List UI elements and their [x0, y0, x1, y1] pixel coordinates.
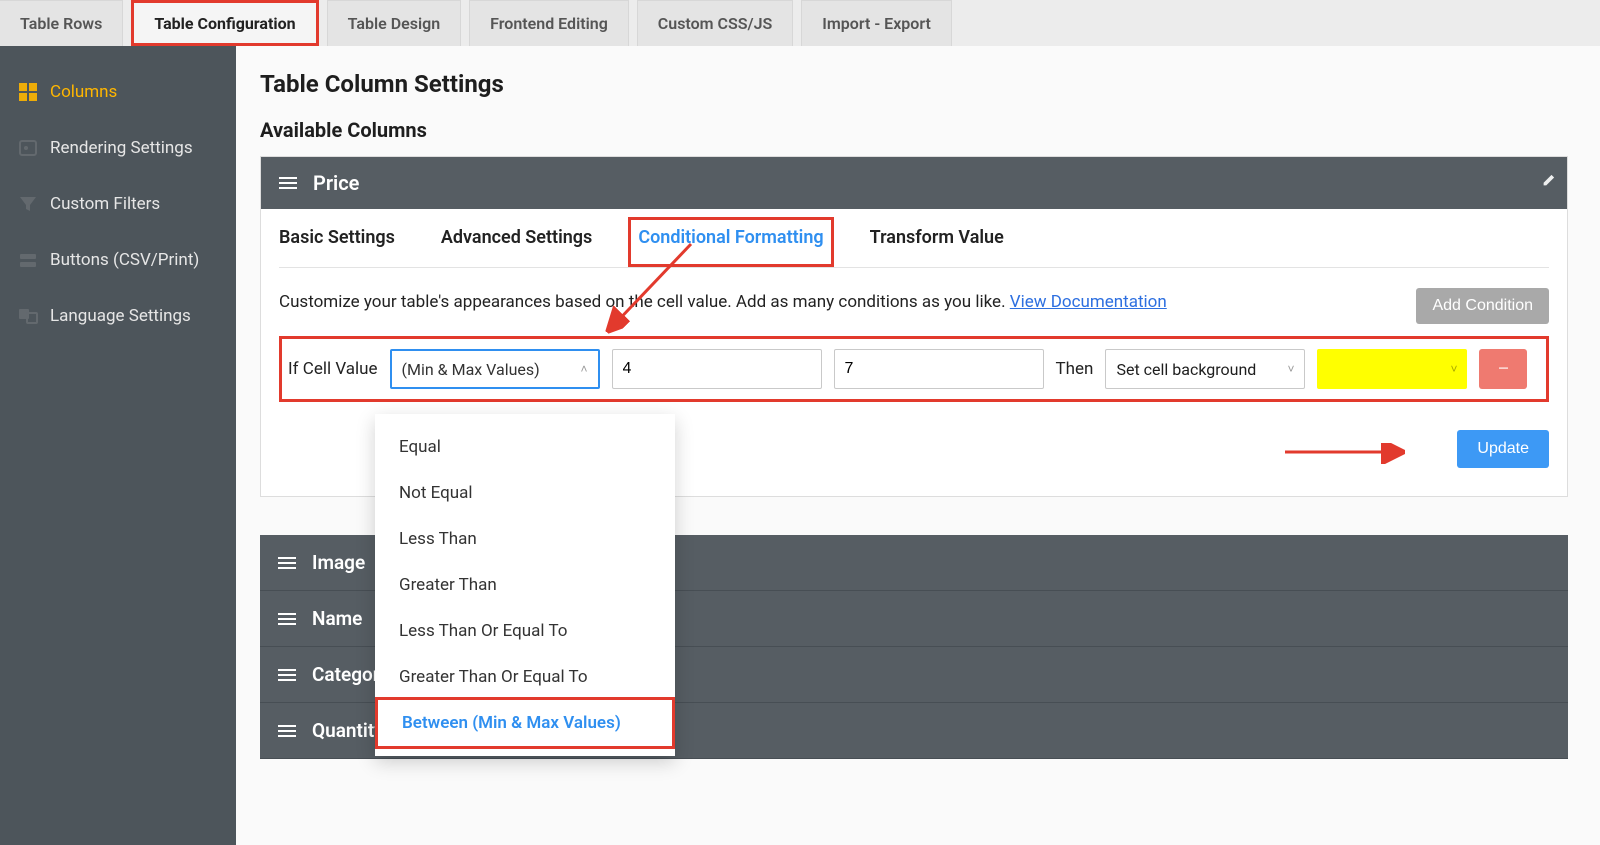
tab-custom-css-js[interactable]: Custom CSS/JS	[637, 0, 793, 46]
render-icon	[18, 138, 38, 158]
sidebar-item-buttons[interactable]: Buttons (CSV/Print)	[0, 232, 236, 288]
main-content: Table Column Settings Available Columns …	[236, 46, 1600, 845]
columns-grid-icon	[18, 82, 38, 102]
sidebar-item-label: Columns	[50, 82, 117, 102]
drag-handle-icon[interactable]	[278, 557, 296, 569]
description-prefix: Customize your table's appearances based…	[279, 292, 1010, 312]
sidebar-item-label: Buttons (CSV/Print)	[50, 250, 199, 270]
condition-row: If Cell Value (Min & Max Values) ˄ Then	[288, 343, 1540, 395]
tab-import-export[interactable]: Import - Export	[801, 0, 952, 46]
sidebar-item-columns[interactable]: Columns	[0, 64, 236, 120]
inner-tab-advanced-settings[interactable]: Advanced Settings	[441, 227, 592, 267]
if-cell-value-label: If Cell Value	[288, 359, 378, 379]
chevron-up-icon: ˄	[581, 362, 588, 376]
column-item-label: Quantity	[312, 719, 384, 742]
inner-tab-conditional-formatting[interactable]: Conditional Formatting	[638, 227, 823, 267]
tab-table-rows[interactable]: Table Rows	[0, 0, 123, 46]
operator-value: (Min & Max Values)	[402, 360, 572, 379]
min-value-input-wrap	[612, 349, 822, 389]
action-select[interactable]: Set cell background ˅	[1105, 349, 1305, 389]
page-title: Table Column Settings	[260, 70, 1568, 98]
dropdown-item-less-than[interactable]: Less Than	[375, 516, 675, 562]
operator-select[interactable]: (Min & Max Values) ˄	[390, 349, 600, 389]
dropdown-item-equal[interactable]: Equal	[375, 424, 675, 470]
color-picker[interactable]: ˅	[1317, 349, 1467, 389]
column-name: Price	[313, 171, 359, 195]
sidebar-item-language-settings[interactable]: Language Settings	[0, 288, 236, 344]
section-title: Available Columns	[260, 118, 1568, 142]
update-button[interactable]: Update	[1457, 430, 1549, 468]
column-item-label: Image	[312, 551, 365, 574]
column-panel-header[interactable]: Price	[261, 157, 1567, 209]
tab-frontend-editing[interactable]: Frontend Editing	[469, 0, 629, 46]
then-label: Then	[1056, 359, 1094, 379]
tab-table-design[interactable]: Table Design	[327, 0, 462, 46]
drag-handle-icon[interactable]	[278, 669, 296, 681]
dropdown-item-not-equal[interactable]: Not Equal	[375, 470, 675, 516]
sidebar-item-label: Custom Filters	[50, 194, 160, 214]
dropdown-item-between[interactable]: Between (Min & Max Values)	[375, 697, 675, 749]
dropdown-item-lte[interactable]: Less Than Or Equal To	[375, 608, 675, 654]
inner-tabs: Basic Settings Advanced Settings Conditi…	[279, 209, 1549, 268]
description-text: Customize your table's appearances based…	[279, 292, 1549, 312]
add-condition-button[interactable]: Add Condition	[1416, 288, 1549, 324]
language-icon	[18, 306, 38, 326]
min-value-input[interactable]	[623, 360, 811, 378]
chevron-down-icon: ˅	[1287, 362, 1294, 376]
panel-body: Add Condition Customize your table's app…	[261, 268, 1567, 496]
remove-condition-button[interactable]: −	[1479, 349, 1527, 389]
column-panel-price: Price Basic Settings Advanced Settings C…	[260, 156, 1568, 497]
dropdown-item-gte[interactable]: Greater Than Or Equal To	[375, 654, 675, 700]
documentation-link[interactable]: View Documentation	[1010, 292, 1167, 312]
inner-tab-transform-value[interactable]: Transform Value	[870, 227, 1004, 267]
top-tabs: Table Rows Table Configuration Table Des…	[0, 0, 1600, 46]
max-value-input-wrap	[834, 349, 1044, 389]
sidebar: Columns Rendering Settings Custom Filter…	[0, 46, 236, 845]
sidebar-item-custom-filters[interactable]: Custom Filters	[0, 176, 236, 232]
inner-tab-basic-settings[interactable]: Basic Settings	[279, 227, 395, 267]
sidebar-item-rendering-settings[interactable]: Rendering Settings	[0, 120, 236, 176]
drag-handle-icon[interactable]	[278, 725, 296, 737]
sidebar-item-label: Rendering Settings	[50, 138, 193, 158]
sidebar-item-label: Language Settings	[50, 306, 191, 326]
tab-table-configuration[interactable]: Table Configuration	[131, 0, 318, 46]
max-value-input[interactable]	[845, 360, 1033, 378]
drag-handle-icon[interactable]	[279, 177, 297, 189]
minus-icon: −	[1497, 357, 1510, 382]
action-value: Set cell background	[1116, 360, 1256, 379]
chevron-down-icon: ˅	[1450, 362, 1457, 376]
buttons-icon	[18, 250, 38, 270]
filter-icon	[18, 194, 38, 214]
pencil-icon[interactable]	[1541, 174, 1555, 192]
condition-row-highlight: If Cell Value (Min & Max Values) ˄ Then	[279, 336, 1549, 402]
operator-dropdown: Equal Not Equal Less Than Greater Than L…	[375, 414, 675, 756]
column-item-label: Name	[312, 607, 362, 630]
drag-handle-icon[interactable]	[278, 613, 296, 625]
dropdown-item-greater-than[interactable]: Greater Than	[375, 562, 675, 608]
